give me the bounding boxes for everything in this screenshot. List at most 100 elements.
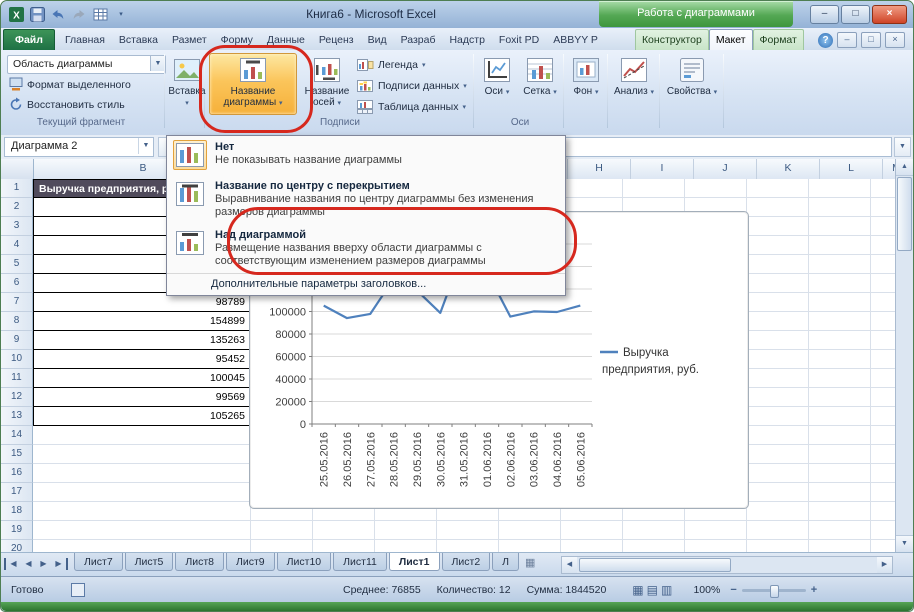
row-header-14[interactable]: 14 — [1, 426, 33, 445]
menu-item-3-above-chart[interactable]: Над диаграммойРазмещение названия вверху… — [167, 224, 565, 273]
cell-M7[interactable] — [871, 293, 896, 312]
cell-L13[interactable] — [809, 407, 871, 426]
cell-L11[interactable] — [809, 369, 871, 388]
cell-B9[interactable]: 135263 — [33, 331, 251, 350]
tab-Вставка[interactable]: Вставка — [112, 29, 165, 50]
quick-table-icon[interactable] — [91, 5, 109, 23]
gridlines-button[interactable]: Сетка ▾ — [519, 53, 561, 115]
cell-L16[interactable] — [809, 464, 871, 483]
cell-C19[interactable] — [251, 521, 313, 540]
row-header-5[interactable]: 5 — [1, 255, 33, 274]
column-header-L[interactable]: L — [820, 159, 883, 179]
page-break-view-icon[interactable]: ▥ — [661, 583, 672, 597]
chart-elements-selector[interactable]: Область диаграммы ▼ — [7, 55, 166, 74]
row-header-12[interactable]: 12 — [1, 388, 33, 407]
row-header-17[interactable]: 17 — [1, 483, 33, 502]
row-header-11[interactable]: 11 — [1, 369, 33, 388]
row-header-4[interactable]: 4 — [1, 236, 33, 255]
row-header-3[interactable]: 3 — [1, 217, 33, 236]
cell-M14[interactable] — [871, 426, 896, 445]
cell-L17[interactable] — [809, 483, 871, 502]
tab-Вид[interactable]: Вид — [361, 29, 394, 50]
cell-B12[interactable]: 99569 — [33, 388, 251, 407]
cell-M2[interactable] — [871, 198, 896, 217]
previous-sheet-icon[interactable]: ◀ — [21, 556, 36, 572]
cell-M9[interactable] — [871, 331, 896, 350]
cell-B8[interactable]: 154899 — [33, 312, 251, 331]
cell-K5[interactable] — [747, 255, 809, 274]
redo-icon[interactable] — [70, 5, 88, 23]
sheet-tab-Лист10[interactable]: Лист10 — [277, 553, 332, 571]
menu-item-2-centered-overlay[interactable]: Название по центру с перекрытиемВыравнив… — [167, 175, 565, 224]
cell-K15[interactable] — [747, 445, 809, 464]
cell-K17[interactable] — [747, 483, 809, 502]
cell-I1[interactable] — [623, 179, 685, 198]
horizontal-scrollbar-thumb[interactable] — [579, 558, 731, 572]
zoom-slider[interactable]: − + — [730, 584, 817, 596]
cell-L4[interactable] — [809, 236, 871, 255]
cell-K12[interactable] — [747, 388, 809, 407]
cell-D19[interactable] — [313, 521, 375, 540]
cell-B18[interactable] — [33, 502, 251, 521]
background-button[interactable]: Фон ▾ — [567, 53, 605, 115]
tab-ABBYY P[interactable]: ABBYY P — [546, 29, 605, 50]
close-button[interactable]: × — [872, 5, 907, 24]
row-header-10[interactable]: 10 — [1, 350, 33, 369]
cell-L5[interactable] — [809, 255, 871, 274]
menu-item-1-none[interactable]: НетНе показывать название диаграммы — [167, 136, 565, 175]
tab-Форму[interactable]: Форму — [214, 29, 260, 50]
sheet-tab-Лист11[interactable]: Лист11 — [333, 553, 387, 571]
format-selection-button[interactable]: Формат выделенного — [7, 76, 133, 94]
cell-M10[interactable] — [871, 350, 896, 369]
row-header-6[interactable]: 6 — [1, 274, 33, 293]
sheet-tab-Лист2[interactable]: Лист2 — [442, 553, 491, 571]
cell-L8[interactable] — [809, 312, 871, 331]
chevron-down-icon[interactable]: ▼ — [138, 138, 153, 154]
name-box[interactable]: Диаграмма 2 ▼ — [4, 137, 154, 157]
cell-K3[interactable] — [747, 217, 809, 236]
row-header-20[interactable]: 20 — [1, 540, 33, 552]
row-header-1[interactable]: 1 — [1, 179, 33, 198]
row-header-9[interactable]: 9 — [1, 331, 33, 350]
cell-B10[interactable]: 95452 — [33, 350, 251, 369]
vertical-scrollbar[interactable]: ▲ ▼ — [895, 159, 913, 552]
cell-M16[interactable] — [871, 464, 896, 483]
row-header-2[interactable]: 2 — [1, 198, 33, 217]
cell-B19[interactable] — [33, 521, 251, 540]
cell-L2[interactable] — [809, 198, 871, 217]
expand-formula-bar-icon[interactable]: ▼ — [894, 137, 911, 157]
cell-I20[interactable] — [623, 540, 685, 552]
cell-M11[interactable] — [871, 369, 896, 388]
cell-H19[interactable] — [561, 521, 623, 540]
cell-M17[interactable] — [871, 483, 896, 502]
cell-K7[interactable] — [747, 293, 809, 312]
tab-Реценз[interactable]: Реценз — [312, 29, 361, 50]
cell-J20[interactable] — [685, 540, 747, 552]
cell-L12[interactable] — [809, 388, 871, 407]
tab-Надстр[interactable]: Надстр — [442, 29, 491, 50]
cell-M12[interactable] — [871, 388, 896, 407]
row-header-13[interactable]: 13 — [1, 407, 33, 426]
vertical-scrollbar-thumb[interactable] — [897, 177, 912, 251]
sheet-tab-Л[interactable]: Л — [492, 553, 519, 571]
cell-I19[interactable] — [623, 521, 685, 540]
scroll-up-icon[interactable]: ▲ — [896, 159, 913, 176]
cell-M1[interactable] — [871, 179, 896, 198]
tab-Данные[interactable]: Данные — [260, 29, 312, 50]
cell-H1[interactable] — [561, 179, 623, 198]
cell-M3[interactable] — [871, 217, 896, 236]
axis-titles-button[interactable]: Название осей ▾ — [299, 53, 355, 115]
sheet-tab-Лист7[interactable]: Лист7 — [74, 553, 123, 571]
analysis-button[interactable]: Анализ ▾ — [611, 53, 657, 115]
horizontal-scrollbar[interactable]: ◀ ▶ — [561, 556, 893, 574]
tab-Размет[interactable]: Размет — [165, 29, 214, 50]
cell-K4[interactable] — [747, 236, 809, 255]
button-Легенда[interactable]: Легенда▾ — [357, 55, 473, 74]
column-header-I[interactable]: I — [631, 159, 694, 179]
save-icon[interactable] — [28, 5, 46, 23]
sheet-tab-Лист9[interactable]: Лист9 — [226, 553, 275, 571]
cell-L19[interactable] — [809, 521, 871, 540]
cell-B14[interactable] — [33, 426, 251, 445]
menu-item-more-title-options[interactable]: Дополнительные параметры заголовков... — [167, 273, 565, 295]
cell-B16[interactable] — [33, 464, 251, 483]
